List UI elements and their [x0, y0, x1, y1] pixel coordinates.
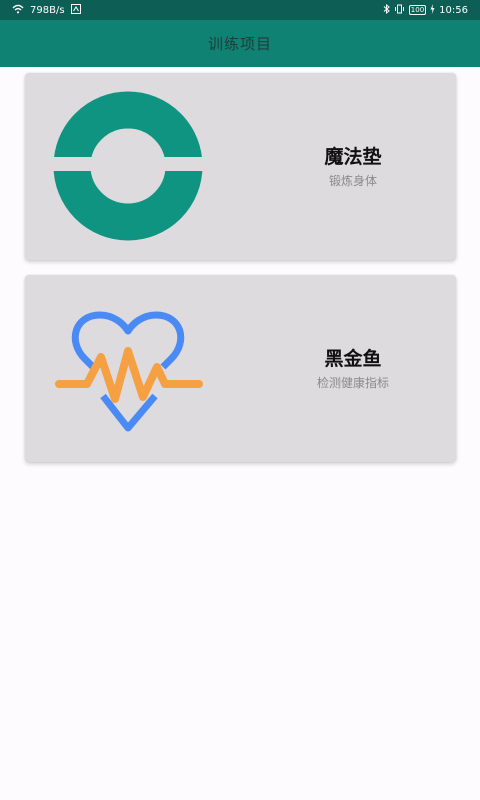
clock: 10:56	[439, 4, 468, 16]
notification-icon	[70, 3, 81, 17]
wifi-icon	[12, 4, 24, 17]
vibrate-icon	[394, 4, 405, 17]
card-text: 黑金鱼 检测健康指标	[255, 347, 451, 390]
app-bar: 训练项目	[0, 20, 480, 67]
network-speed: 798B/s	[30, 4, 65, 16]
heart-pulse-icon	[53, 293, 203, 443]
bluetooth-icon	[383, 3, 390, 17]
card-subtitle: 锻炼身体	[328, 174, 377, 188]
card-title: 魔法垫	[324, 146, 382, 168]
status-right: 100 10:56	[383, 3, 468, 17]
ring-mat-icon	[53, 91, 203, 241]
card-text: 魔法垫 锻炼身体	[255, 145, 451, 188]
card-magic-mat[interactable]: 魔法垫 锻炼身体	[25, 73, 456, 260]
card-black-goldfish[interactable]: 黑金鱼 检测健康指标	[25, 275, 456, 462]
status-bar: 798B/s 100 10:56	[0, 0, 480, 20]
battery-level: 100	[408, 5, 427, 15]
status-left: 798B/s	[12, 3, 81, 17]
card-title: 黑金鱼	[324, 348, 382, 370]
card-subtitle: 检测健康指标	[316, 376, 389, 390]
page-title: 训练项目	[207, 35, 272, 53]
charging-icon	[430, 3, 435, 17]
